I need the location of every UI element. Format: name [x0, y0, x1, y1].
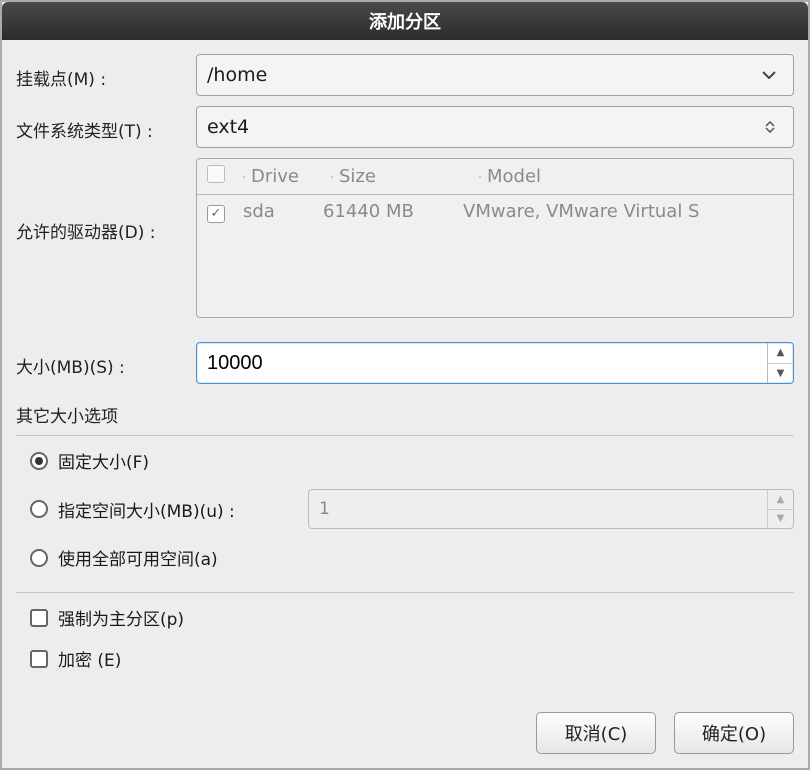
size-row: 大小(MB)(S) : ▲ ▼	[16, 342, 794, 384]
fixed-size-option[interactable]: 固定大小(F)	[16, 440, 794, 481]
encrypt-check[interactable]: 加密 (E)	[16, 638, 794, 679]
ok-button[interactable]: 确定(O)	[674, 712, 794, 754]
fill-to-spinbox: 1 ▲ ▼	[308, 489, 794, 529]
button-bar: 取消(C) 确定(O)	[16, 698, 794, 754]
fill-to-label: 指定空间大小(MB)(u) :	[58, 497, 298, 522]
drive-row[interactable]: ✓ sda 61440 MB VMware, VMware Virtual S	[197, 195, 793, 229]
encrypt-label: 加密 (E)	[58, 646, 121, 671]
additional-size-fieldset: 其它大小选项 固定大小(F) 指定空间大小(MB)(u) : 1 ▲ ▼	[16, 402, 794, 578]
fs-type-combo[interactable]: ext4	[196, 106, 794, 148]
fill-all-option[interactable]: 使用全部可用空间(a)	[16, 537, 794, 578]
drive-name: sda	[243, 201, 323, 222]
additional-size-legend: 其它大小选项	[16, 402, 794, 427]
size-spinner-buttons[interactable]: ▲ ▼	[767, 343, 793, 383]
mount-point-combo[interactable]: /home	[196, 54, 794, 96]
divider	[16, 592, 794, 593]
size-input[interactable]	[197, 343, 767, 383]
header-model: Model	[487, 166, 783, 187]
drive-size: 61440 MB	[323, 201, 463, 222]
size-label: 大小(MB)(S) :	[16, 349, 196, 378]
radio-icon[interactable]	[30, 452, 48, 470]
add-partition-dialog: 添加分区 挂载点(M) : /home 文件系统类型(T) : ext4	[0, 0, 810, 770]
spin-down-icon[interactable]: ▼	[768, 364, 793, 384]
fill-to-option[interactable]: 指定空间大小(MB)(u) : 1 ▲ ▼	[16, 481, 794, 537]
allowed-drives-label: 允许的驱动器(D) :	[16, 158, 196, 243]
header-drive: Drive	[251, 166, 331, 187]
mount-point-label: 挂载点(M) :	[16, 61, 196, 90]
divider	[16, 435, 794, 436]
drives-header: Drive Size Model	[197, 159, 793, 195]
drive-model: VMware, VMware Virtual S	[463, 201, 783, 222]
drive-checkbox[interactable]: ✓	[207, 205, 225, 223]
fs-type-row: 文件系统类型(T) : ext4	[16, 106, 794, 148]
fs-type-value: ext4	[207, 116, 757, 138]
mount-point-value: /home	[207, 64, 755, 86]
header-check-icon	[207, 165, 225, 183]
force-primary-label: 强制为主分区(p)	[58, 605, 184, 630]
size-spinbox[interactable]: ▲ ▼	[196, 342, 794, 384]
updown-icon[interactable]	[757, 121, 783, 133]
fill-all-label: 使用全部可用空间(a)	[58, 545, 218, 570]
radio-icon[interactable]	[30, 500, 48, 518]
force-primary-check[interactable]: 强制为主分区(p)	[16, 597, 794, 638]
fs-type-label: 文件系统类型(T) :	[16, 113, 196, 142]
checkbox-icon[interactable]	[30, 609, 48, 627]
allowed-drives-row: 允许的驱动器(D) : Drive Size Model ✓ sda 614	[16, 158, 794, 318]
radio-icon[interactable]	[30, 549, 48, 567]
window-title: 添加分区	[2, 2, 808, 40]
mount-point-row: 挂载点(M) : /home	[16, 54, 794, 96]
checkbox-icon[interactable]	[30, 650, 48, 668]
cancel-button[interactable]: 取消(C)	[536, 712, 656, 754]
spin-up-icon[interactable]: ▲	[768, 343, 793, 364]
drives-list[interactable]: Drive Size Model ✓ sda 61440 MB VMware, …	[196, 158, 794, 318]
chevron-down-icon[interactable]	[755, 71, 783, 79]
dialog-body: 挂载点(M) : /home 文件系统类型(T) : ext4 允许的驱动器(D…	[2, 40, 808, 768]
spin-up-icon: ▲	[768, 490, 793, 510]
header-size: Size	[339, 166, 479, 187]
fixed-size-label: 固定大小(F)	[58, 448, 149, 473]
spin-down-icon: ▼	[768, 510, 793, 529]
fill-to-value: 1	[309, 499, 767, 519]
